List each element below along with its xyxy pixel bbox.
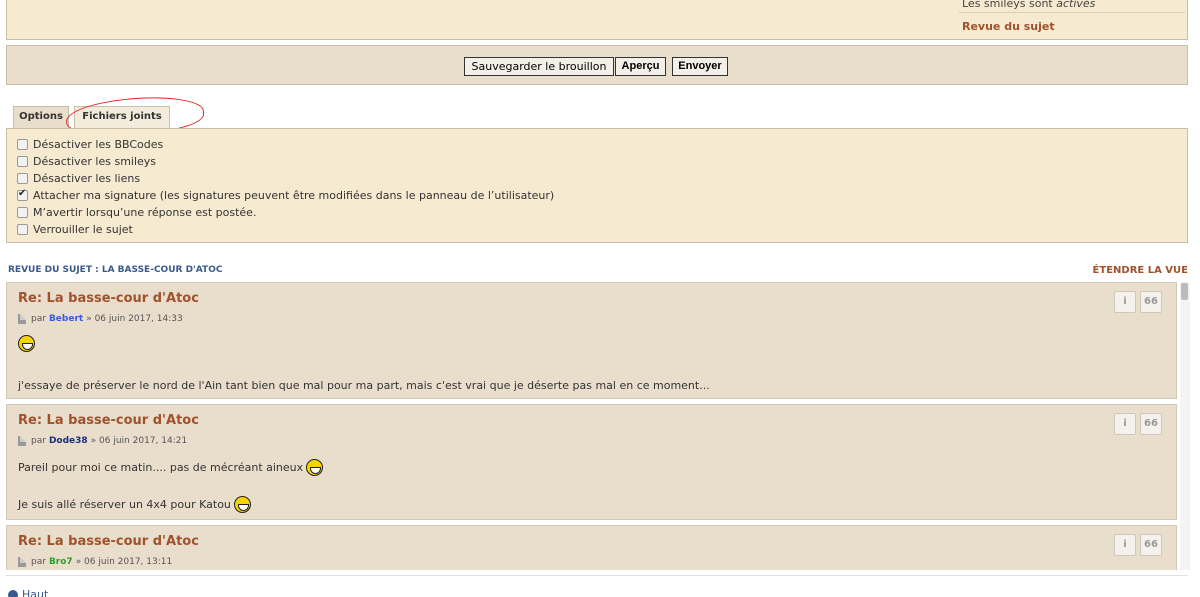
- option-attach-signature[interactable]: Attacher ma signature (les signatures pe…: [17, 187, 554, 204]
- back-to-top-link[interactable]: Haut: [8, 588, 48, 597]
- post-actions: i 66: [1110, 291, 1162, 313]
- post-title[interactable]: Re: La basse-cour d'Atoc: [18, 413, 199, 428]
- send-button[interactable]: Envoyer: [672, 57, 728, 76]
- option-disable-bbcode[interactable]: Désactiver les BBCodes: [17, 136, 163, 153]
- checkbox[interactable]: [17, 139, 28, 150]
- quote-icon[interactable]: 66: [1140, 291, 1162, 313]
- smileys-panel: Les smileys sont activés Revue du sujet: [6, 0, 1188, 40]
- expand-view-link[interactable]: ÉTENDRE LA VUE: [1093, 265, 1188, 276]
- post-icon: [18, 436, 26, 446]
- save-draft-button[interactable]: Sauvegarder le brouillon: [464, 57, 614, 76]
- checkbox[interactable]: [17, 224, 28, 235]
- preview-button[interactable]: Aperçu: [615, 57, 666, 76]
- post-author[interactable]: Bebert: [49, 314, 83, 324]
- scrollbar-thumb[interactable]: [1181, 283, 1188, 300]
- info-icon[interactable]: i: [1114, 291, 1136, 313]
- post-text: j'essaye de préserver le nord de l'Ain t…: [18, 379, 710, 392]
- quote-icon[interactable]: 66: [1140, 413, 1162, 435]
- post: Re: La basse-cour d'Atoc par Bro7 » 06 j…: [6, 525, 1177, 570]
- post-text: Pareil pour moi ce matin.... pas de mécr…: [18, 459, 324, 476]
- post: Re: La basse-cour d'Atoc par Bebert » 06…: [6, 282, 1177, 399]
- post-meta: par Bro7 » 06 juin 2017, 13:11: [18, 557, 172, 567]
- post-author[interactable]: Dode38: [49, 436, 88, 446]
- smiley-icon: [233, 496, 251, 513]
- post-icon: [18, 557, 26, 567]
- post-author[interactable]: Bro7: [49, 557, 73, 567]
- post-actions: i 66: [1110, 413, 1162, 435]
- checkbox[interactable]: [17, 207, 28, 218]
- post: Re: La basse-cour d'Atoc par Dode38 » 06…: [6, 404, 1177, 520]
- scrollbar-track[interactable]: [1180, 282, 1190, 570]
- divider: [6, 575, 1188, 576]
- smileys-status: Les smileys sont activés: [959, 0, 1185, 13]
- checkbox[interactable]: [17, 156, 28, 167]
- post-icon: [18, 314, 26, 324]
- post-text: Je suis allé réserver un 4x4 pour Katou: [18, 496, 251, 513]
- quote-icon[interactable]: 66: [1140, 534, 1162, 556]
- post-meta: par Bebert » 06 juin 2017, 14:33: [18, 314, 183, 324]
- post-actions: i 66: [1110, 534, 1162, 556]
- option-disable-smileys[interactable]: Désactiver les smileys: [17, 153, 156, 170]
- option-lock-topic[interactable]: Verrouiller le sujet: [17, 221, 133, 238]
- post-smiley-line: [18, 335, 35, 352]
- post-meta: par Dode38 » 06 juin 2017, 14:21: [18, 436, 187, 446]
- options-panel: Désactiver les BBCodes Désactiver les sm…: [6, 128, 1188, 243]
- info-icon[interactable]: i: [1114, 413, 1136, 435]
- review-topic-link[interactable]: Revue du sujet: [962, 20, 1055, 33]
- option-notify-reply[interactable]: M’avertir lorsqu’une réponse est postée.: [17, 204, 256, 221]
- submit-bar: Sauvegarder le brouillon Aperçu Envoyer: [6, 45, 1188, 85]
- smiley-icon: [306, 459, 324, 476]
- arrow-up-icon: [8, 589, 18, 597]
- option-disable-links[interactable]: Désactiver les liens: [17, 170, 140, 187]
- post-title[interactable]: Re: La basse-cour d'Atoc: [18, 534, 199, 549]
- smiley-icon: [18, 335, 35, 352]
- checkbox[interactable]: [17, 173, 28, 184]
- checkbox-checked[interactable]: [17, 188, 28, 201]
- info-icon[interactable]: i: [1114, 534, 1136, 556]
- post-title[interactable]: Re: La basse-cour d'Atoc: [18, 291, 199, 306]
- posts-list: Re: La basse-cour d'Atoc par Bebert » 06…: [6, 282, 1177, 570]
- tab-options[interactable]: Options: [13, 106, 69, 128]
- review-topic-title: REVUE DU SUJET : LA BASSE-COUR D'ATOC: [8, 265, 223, 275]
